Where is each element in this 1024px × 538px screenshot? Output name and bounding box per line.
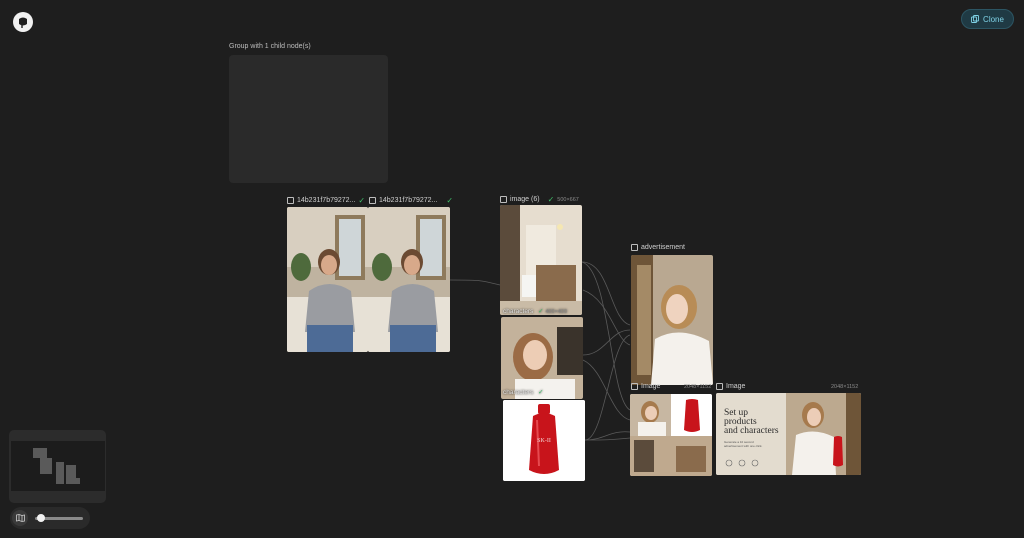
minimap-node xyxy=(66,478,80,484)
advertisement-node-title: advertisement xyxy=(631,244,685,251)
image-icon xyxy=(500,196,507,203)
image-small-node[interactable] xyxy=(630,394,712,476)
check-shield-icon: ✓ xyxy=(538,389,544,396)
characters-a-dims: 400×400 xyxy=(545,309,568,315)
zoom-slider-knob[interactable] xyxy=(36,514,45,522)
check-shield-icon: ✓ xyxy=(446,196,454,205)
video-node-b-name: 14b231f7b79272... xyxy=(379,197,438,204)
check-shield-icon: ✓ xyxy=(538,308,544,315)
image-ad-node-name: Image xyxy=(726,383,746,390)
characters-a-name: characters xyxy=(503,308,534,315)
product-node[interactable]: SK-II xyxy=(503,400,585,481)
image-small-node-name: Image xyxy=(641,383,661,390)
image-icon xyxy=(631,383,638,390)
minimap-node xyxy=(40,458,52,474)
image6-node[interactable] xyxy=(500,205,582,315)
video-node-a[interactable] xyxy=(287,207,368,352)
ad-headline: Set up products and characters xyxy=(724,408,779,436)
characters-b-label: characters ✓ xyxy=(503,388,544,396)
advertisement-node-name: advertisement xyxy=(641,244,685,251)
edge xyxy=(584,437,631,441)
characters-b-name: characters xyxy=(503,389,534,396)
image-ad-node-title: Image xyxy=(716,383,745,390)
map-icon xyxy=(15,514,25,522)
edge xyxy=(582,289,631,346)
characters-a-label: characters ✓ 400×400 xyxy=(503,307,567,315)
image-icon xyxy=(631,244,638,251)
image-ad-dims: 2048×1152 xyxy=(831,384,859,390)
image-small-dims: 2048×1152 xyxy=(684,384,712,390)
video-node-a-title: 14b231f7b79272... ✓ xyxy=(287,196,365,205)
video-node-a-name: 14b231f7b79272... xyxy=(297,197,356,204)
video-node-b[interactable] xyxy=(368,207,450,352)
edge xyxy=(582,329,631,356)
video-node-b-title: 14b231f7b79272... ✓ xyxy=(369,196,453,205)
check-shield-icon: ✓ xyxy=(547,195,555,204)
product-brand-text: SK-II xyxy=(537,438,551,444)
check-shield-icon: ✓ xyxy=(358,196,366,205)
edge xyxy=(449,279,501,286)
map-toggle-button[interactable] xyxy=(12,510,28,526)
minimap-node xyxy=(56,462,64,484)
video-icon xyxy=(287,197,294,204)
ad-headline-line-3: and characters xyxy=(724,426,779,436)
image6-dims: 500×667 xyxy=(557,196,579,203)
image-icon xyxy=(716,383,723,390)
video-icon xyxy=(369,197,376,204)
minimap-node xyxy=(33,448,47,458)
ad-subtext: Generate a 10 second advertisement with … xyxy=(724,440,763,448)
edge xyxy=(582,359,631,421)
advertisement-node[interactable] xyxy=(631,255,713,385)
edge xyxy=(584,334,631,441)
image6-node-title: image (6) ✓ 500×667 xyxy=(500,195,579,204)
image-small-node-title: Image xyxy=(631,383,660,390)
image6-node-name: image (6) xyxy=(510,196,540,203)
characters-node-a[interactable] xyxy=(501,317,583,399)
image-ad-node[interactable]: Set up products and characters Generate … xyxy=(716,393,861,475)
